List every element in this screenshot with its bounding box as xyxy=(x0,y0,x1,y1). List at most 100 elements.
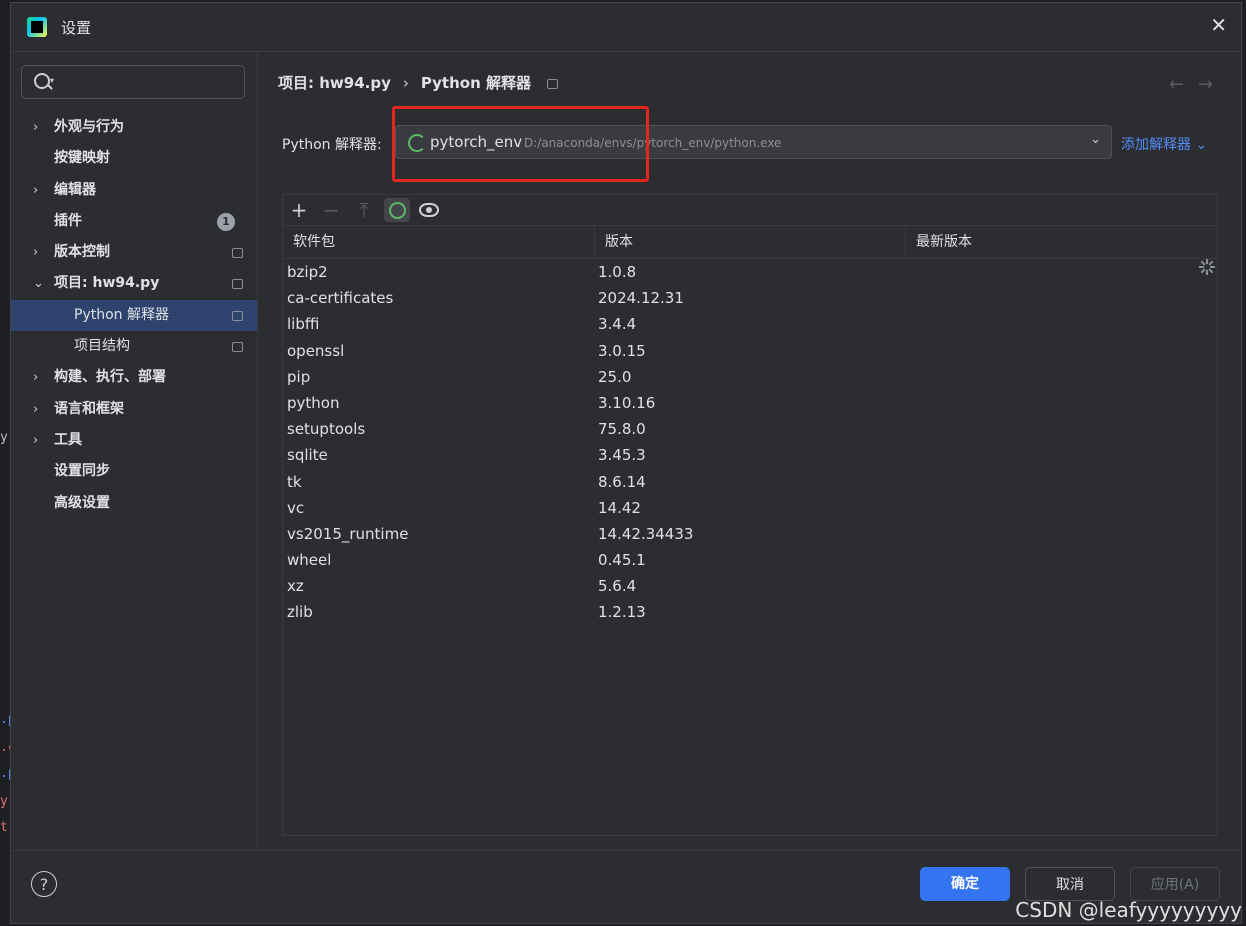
chevron-down-icon: ⌄ xyxy=(33,276,44,292)
table-row[interactable]: libffi 3.4.4 xyxy=(283,311,1217,337)
sidebar-item-label: 构建、执行、部署 xyxy=(54,369,166,386)
package-name-cell: ca-certificates xyxy=(287,289,394,308)
package-name-cell: vc xyxy=(287,498,305,517)
settings-dialog: 设置 ✕ ▾ › 外观与行为 按键映射 › 编辑器 插件 1 › 版本控制 ⌄ … xyxy=(10,2,1242,924)
sidebar-item-label: 按键映射 xyxy=(54,150,110,167)
sidebar-item-editor[interactable]: › 编辑器 xyxy=(11,175,257,206)
package-version-cell: 14.42.34433 xyxy=(598,524,694,543)
breadcrumb-project[interactable]: 项目: hw94.py xyxy=(278,72,391,93)
package-name-cell: wheel xyxy=(287,551,332,570)
apply-button[interactable]: 应用(A) xyxy=(1130,867,1220,901)
table-row[interactable]: vs2015_runtime 14.42.34433 xyxy=(283,521,1217,547)
help-icon[interactable]: ? xyxy=(31,871,57,897)
add-interpreter-link[interactable]: 添加解释器 ⌄ xyxy=(1121,134,1207,154)
table-row[interactable]: xz 5.6.4 xyxy=(283,573,1217,599)
table-row[interactable]: sqlite 3.45.3 xyxy=(283,442,1217,468)
package-version-cell: 5.6.4 xyxy=(598,577,637,596)
table-row[interactable]: pip 25.0 xyxy=(283,364,1217,390)
chevron-down-icon[interactable]: ▾ xyxy=(50,76,54,85)
table-header: 软件包 版本 最新版本 xyxy=(283,226,1217,259)
table-row[interactable]: tk 8.6.14 xyxy=(283,469,1217,495)
back-arrow-icon[interactable]: ← xyxy=(1169,74,1198,95)
interpreter-label: Python 解释器: xyxy=(282,137,382,153)
background-code-fragment: y xyxy=(0,430,8,445)
package-version-cell: 2024.12.31 xyxy=(598,289,684,308)
chevron-right-icon: › xyxy=(33,432,39,448)
package-version-cell: 14.42 xyxy=(598,498,641,517)
refresh-icon xyxy=(388,201,406,219)
add-package-button[interactable]: + xyxy=(286,198,312,222)
package-version-cell: 8.6.14 xyxy=(598,472,646,491)
pycharm-logo-icon xyxy=(27,17,47,37)
column-header-package[interactable]: 软件包 xyxy=(283,226,595,258)
highlight-annotation-box xyxy=(392,106,649,182)
packages-panel: + − ⤒ 软件包 版本 最新版本 bzip2 1.0.8 ca-certifica… xyxy=(282,194,1218,836)
remove-package-button[interactable]: − xyxy=(318,198,344,222)
sidebar-item-python-interpreter[interactable]: Python 解释器 xyxy=(11,299,257,332)
chevron-right-icon: › xyxy=(33,245,39,261)
table-row[interactable]: wheel 0.45.1 xyxy=(283,547,1217,573)
forward-arrow-icon[interactable]: → xyxy=(1198,74,1227,95)
package-version-cell: 3.0.15 xyxy=(598,341,646,360)
chevron-right-icon: › xyxy=(33,401,39,417)
search-input[interactable]: ▾ xyxy=(21,65,245,99)
breadcrumb: 项目: hw94.py › Python 解释器 xyxy=(278,72,558,93)
package-name-cell: zlib xyxy=(287,603,313,622)
sidebar-item-project[interactable]: ⌄ 项目: hw94.py xyxy=(11,268,257,299)
sidebar-item-keymap[interactable]: 按键映射 xyxy=(11,143,257,174)
package-version-cell: 25.0 xyxy=(598,367,632,386)
table-row[interactable]: vc 14.42 xyxy=(283,495,1217,521)
table-row[interactable]: openssl 3.0.15 xyxy=(283,338,1217,364)
dialog-title: 设置 xyxy=(61,19,92,37)
sidebar-item-version-control[interactable]: › 版本控制 xyxy=(11,237,257,268)
packages-toolbar: + − ⤒ xyxy=(283,195,1217,226)
chevron-right-icon: › xyxy=(33,182,39,198)
sidebar-item-label: 编辑器 xyxy=(54,181,96,198)
update-count-badge: 1 xyxy=(217,212,235,231)
project-scope-icon xyxy=(546,78,558,89)
project-scope-icon xyxy=(232,279,243,290)
sidebar-item-languages-frameworks[interactable]: › 语言和框架 xyxy=(11,394,257,425)
upgrade-package-button[interactable]: ⤒ xyxy=(351,198,377,222)
sidebar-item-settings-sync[interactable]: 设置同步 xyxy=(11,456,257,487)
package-version-cell: 3.10.16 xyxy=(598,393,656,412)
table-row[interactable]: zlib 1.2.13 xyxy=(283,599,1217,625)
sidebar-item-plugins[interactable]: 插件 1 xyxy=(11,206,257,237)
show-early-releases-button[interactable] xyxy=(416,198,442,222)
package-name-cell: vs2015_runtime xyxy=(287,524,409,543)
settings-content: 项目: hw94.py › Python 解释器 ←→ Python 解释器: py… xyxy=(257,52,1241,852)
project-scope-icon xyxy=(232,248,243,259)
sidebar-item-project-structure[interactable]: 项目结构 xyxy=(11,331,257,362)
sidebar-item-tools[interactable]: › 工具 xyxy=(11,425,257,456)
package-version-cell: 3.45.3 xyxy=(598,446,646,465)
sidebar-item-build-execution-deployment[interactable]: › 构建、执行、部署 xyxy=(11,362,257,393)
breadcrumb-page: Python 解释器 xyxy=(420,74,531,92)
table-row[interactable]: python 3.10.16 xyxy=(283,390,1217,416)
project-scope-icon xyxy=(232,310,243,321)
table-row[interactable]: ca-certificates 2024.12.31 xyxy=(283,285,1217,311)
package-name-cell: tk xyxy=(287,472,302,491)
close-icon[interactable]: ✕ xyxy=(1210,15,1227,35)
table-row[interactable]: bzip2 1.0.8 xyxy=(283,259,1217,285)
search-icon xyxy=(34,73,50,89)
package-version-cell: 1.2.13 xyxy=(598,603,646,622)
ok-button[interactable]: 确定 xyxy=(920,867,1010,901)
sidebar-item-advanced-settings[interactable]: 高级设置 xyxy=(11,488,257,519)
packages-table-body: bzip2 1.0.8 ca-certificates 2024.12.31 libff… xyxy=(283,259,1217,626)
sidebar-item-label: 工具 xyxy=(54,431,82,448)
sidebar-item-label: Python 解释器 xyxy=(74,306,169,323)
settings-nav: › 外观与行为 按键映射 › 编辑器 插件 1 › 版本控制 ⌄ 项目: hw9… xyxy=(11,112,257,519)
package-version-cell: 75.8.0 xyxy=(598,420,646,439)
sidebar-item-appearance[interactable]: › 外观与行为 xyxy=(11,112,257,143)
column-header-version[interactable]: 版本 xyxy=(595,226,906,258)
table-row[interactable]: setuptools 75.8.0 xyxy=(283,416,1217,442)
package-version-cell: 0.45.1 xyxy=(598,551,646,570)
package-name-cell: setuptools xyxy=(287,420,366,439)
column-header-latest-version[interactable]: 最新版本 xyxy=(906,226,1217,258)
chevron-down-icon: ⌄ xyxy=(1090,132,1101,147)
package-version-cell: 1.0.8 xyxy=(598,263,637,281)
sidebar-item-label: 语言和框架 xyxy=(54,400,124,417)
title-bar: 设置 ✕ xyxy=(11,3,1241,51)
cancel-button[interactable]: 取消 xyxy=(1025,867,1115,901)
refresh-button[interactable] xyxy=(384,198,410,222)
